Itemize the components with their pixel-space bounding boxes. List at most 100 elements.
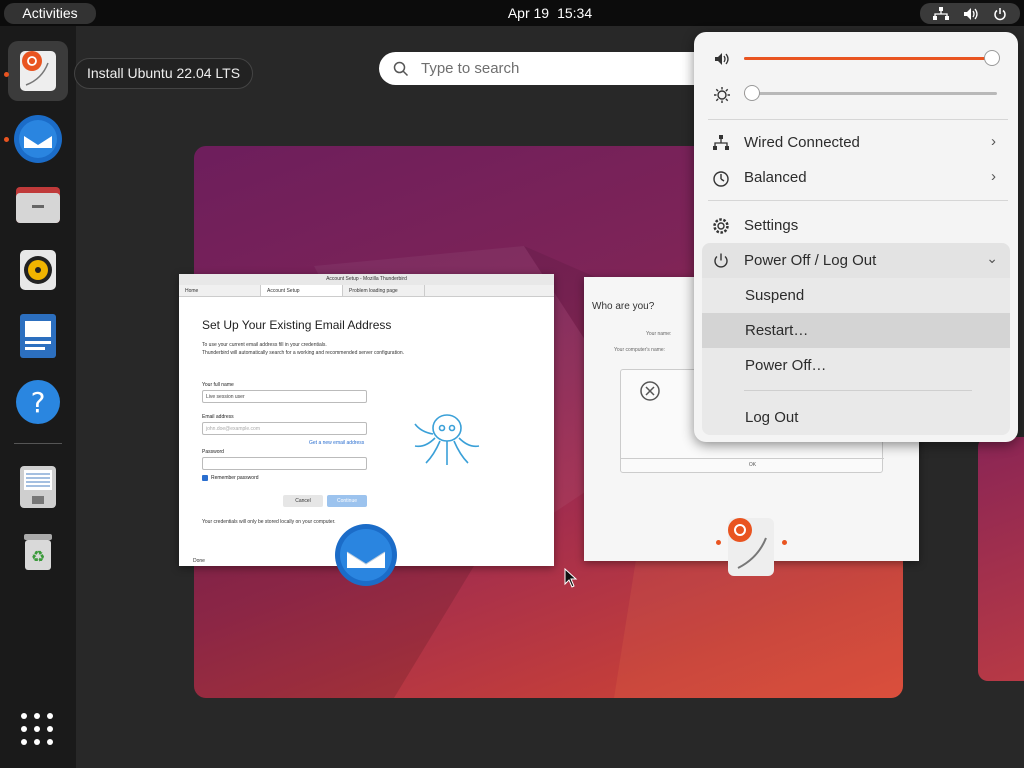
dash: ? ♻ bbox=[0, 26, 76, 768]
dash-separator bbox=[14, 443, 62, 444]
suspend-item[interactable]: Suspend bbox=[702, 278, 1010, 313]
brightness-slider[interactable] bbox=[743, 85, 997, 101]
installer-dot-left bbox=[716, 540, 721, 545]
tab-bar: Home Account Setup Problem loading page bbox=[179, 285, 554, 297]
dock-rhythmbox[interactable] bbox=[8, 240, 68, 300]
volume-icon bbox=[964, 7, 978, 20]
dock-install-ubuntu[interactable] bbox=[8, 41, 68, 101]
power-off-log-out-label: Power Off / Log Out bbox=[744, 252, 877, 269]
dock-files[interactable] bbox=[8, 175, 68, 235]
installer-window-icon bbox=[728, 518, 774, 576]
power-off-label: Power Off… bbox=[745, 357, 827, 374]
tab-home[interactable]: Home bbox=[179, 285, 261, 296]
remember-password-label[interactable]: Remember password bbox=[211, 475, 259, 481]
remember-checkbox[interactable] bbox=[202, 475, 208, 481]
settings-label: Settings bbox=[744, 217, 799, 234]
continue-button[interactable]: Continue bbox=[327, 495, 367, 507]
search-icon bbox=[393, 61, 409, 77]
dock-trash[interactable]: ♻ bbox=[8, 522, 68, 582]
clock[interactable]: Apr 19 15:34 bbox=[470, 0, 630, 26]
show-applications-icon[interactable] bbox=[21, 713, 53, 745]
restart-label: Restart… bbox=[745, 322, 809, 339]
restart-item[interactable]: Restart… bbox=[702, 313, 1010, 348]
power-off-log-out-item[interactable]: Power Off / Log Out ⌄ bbox=[702, 243, 1010, 278]
wired-connection-item[interactable]: Wired Connected › bbox=[694, 125, 1018, 160]
volume-fill bbox=[744, 57, 992, 60]
ok-button[interactable]: OK bbox=[621, 458, 884, 471]
network-icon bbox=[933, 6, 949, 20]
suspend-label: Suspend bbox=[745, 287, 805, 304]
brightness-knob[interactable] bbox=[743, 85, 760, 101]
power-mode-label: Balanced bbox=[744, 169, 807, 186]
password-label: Password bbox=[202, 449, 224, 455]
menu-separator bbox=[708, 200, 1008, 201]
submenu-separator bbox=[744, 390, 972, 391]
thunderbird-icon bbox=[14, 115, 62, 163]
installer-dot-right bbox=[782, 540, 787, 545]
rhythmbox-icon bbox=[20, 250, 56, 290]
volume-knob[interactable] bbox=[983, 50, 1000, 66]
fullname-label: Your full name bbox=[202, 382, 234, 388]
chevron-right-icon: › bbox=[991, 133, 996, 150]
running-indicator bbox=[4, 137, 9, 142]
network-icon bbox=[713, 135, 729, 150]
who-heading: Who are you? bbox=[592, 301, 655, 312]
dock-disk-image-writer[interactable] bbox=[8, 456, 68, 516]
disk-icon bbox=[20, 466, 56, 508]
search-placeholder: Type to search bbox=[421, 60, 520, 77]
dock-help[interactable]: ? bbox=[8, 372, 68, 432]
power-mode-icon bbox=[713, 171, 729, 187]
help-icon: ? bbox=[16, 380, 60, 424]
tab-account-setup[interactable]: Account Setup bbox=[261, 285, 343, 296]
svg-text:♻: ♻ bbox=[31, 547, 45, 566]
computer-name-label: Your computer's name: bbox=[614, 347, 666, 353]
brightness-icon bbox=[714, 87, 730, 103]
dock-tooltip: Install Ubuntu 22.04 LTS bbox=[74, 58, 254, 89]
dock-libreoffice-writer[interactable] bbox=[8, 306, 68, 366]
quick-settings-menu: Wired Connected › Balanced › Settings Po… bbox=[694, 32, 1018, 442]
chevron-down-icon: ⌄ bbox=[986, 250, 998, 266]
top-bar: Activities Apr 19 15:34 bbox=[0, 0, 1024, 26]
activities-button[interactable]: Activities bbox=[4, 3, 96, 24]
log-out-item[interactable]: Log Out bbox=[702, 400, 1010, 435]
clock-time: 15:34 bbox=[557, 5, 593, 21]
cancel-button[interactable]: Cancel bbox=[283, 495, 323, 507]
running-indicator bbox=[4, 72, 9, 77]
setup-intro-2: Thunderbird will automatically search fo… bbox=[202, 350, 405, 356]
password-field[interactable] bbox=[202, 457, 367, 470]
dock-thunderbird[interactable] bbox=[8, 109, 68, 169]
trash-icon: ♻ bbox=[24, 534, 52, 570]
next-workspace[interactable] bbox=[978, 437, 1024, 681]
power-off-item[interactable]: Power Off… bbox=[702, 348, 1010, 383]
fullname-field[interactable]: Live session user bbox=[202, 390, 367, 403]
octopus-illustration-icon bbox=[414, 414, 480, 465]
window-title: Account Setup - Mozilla Thunderbird bbox=[179, 274, 554, 285]
thunderbird-window-icon bbox=[335, 524, 397, 586]
search-input[interactable]: Type to search bbox=[379, 52, 719, 85]
gear-icon bbox=[713, 218, 729, 234]
email-label: Email address bbox=[202, 414, 234, 420]
error-icon bbox=[640, 381, 660, 401]
wired-label: Wired Connected bbox=[744, 134, 860, 151]
setup-intro-1: To use your current email address fill i… bbox=[202, 342, 327, 348]
mouse-cursor-icon bbox=[564, 568, 578, 588]
menu-separator bbox=[708, 119, 1008, 120]
settings-item[interactable]: Settings bbox=[694, 208, 1018, 243]
power-icon bbox=[994, 7, 1006, 20]
setup-heading: Set Up Your Existing Email Address bbox=[202, 318, 392, 332]
tab-problem-loading[interactable]: Problem loading page bbox=[343, 285, 425, 296]
new-email-link[interactable]: Get a new email address bbox=[309, 440, 364, 446]
chevron-right-icon: › bbox=[991, 168, 996, 185]
log-out-label: Log Out bbox=[745, 409, 799, 426]
volume-slider[interactable] bbox=[744, 50, 1000, 66]
system-tray[interactable] bbox=[920, 3, 1020, 24]
files-icon bbox=[16, 187, 60, 223]
email-field[interactable]: john.doe@example.com bbox=[202, 422, 367, 435]
svg-text:?: ? bbox=[31, 386, 46, 419]
volume-icon bbox=[715, 53, 729, 65]
power-mode-item[interactable]: Balanced › bbox=[694, 160, 1018, 195]
libreoffice-writer-icon bbox=[20, 314, 56, 358]
power-icon bbox=[714, 253, 728, 268]
your-name-label: Your name: bbox=[646, 331, 672, 337]
clock-date: Apr 19 bbox=[507, 5, 550, 21]
